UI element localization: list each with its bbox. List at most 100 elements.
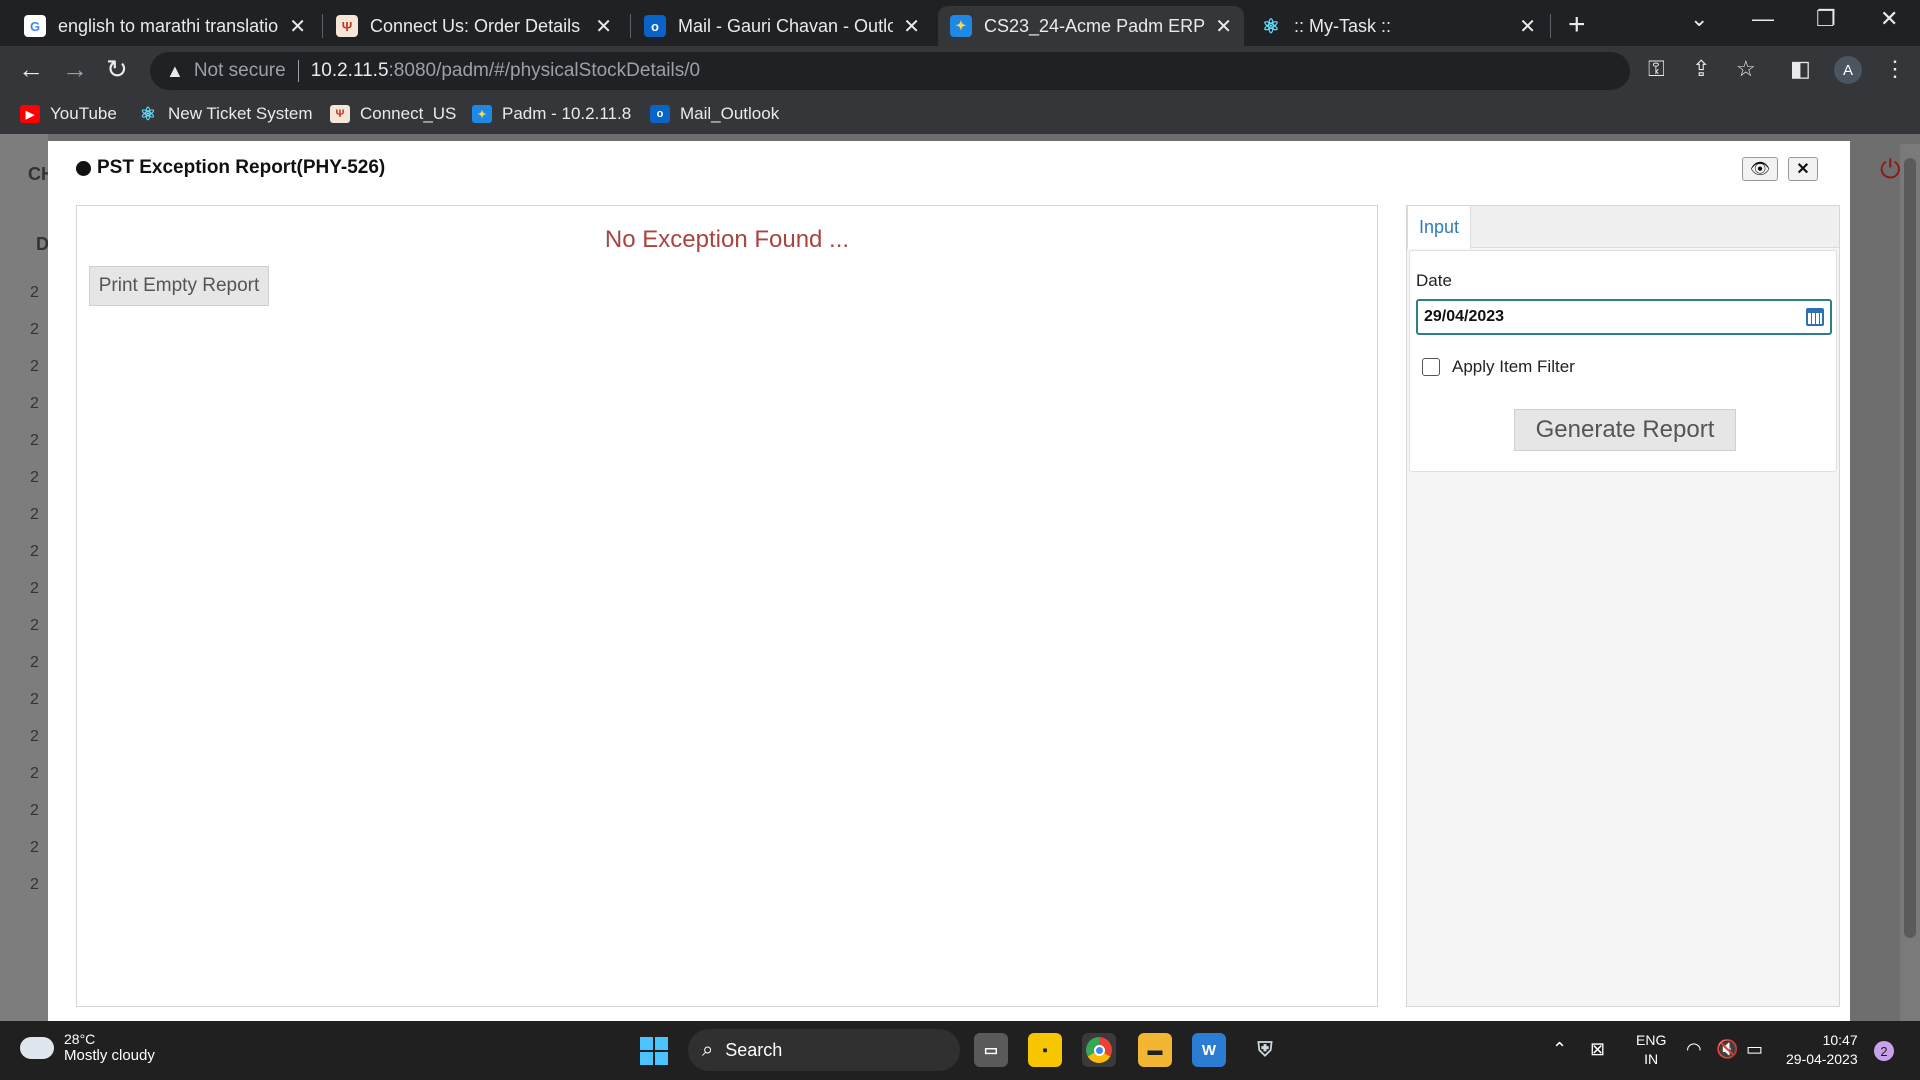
outlook-icon: o xyxy=(650,105,670,123)
bookmark-youtube[interactable]: ▶ YouTube xyxy=(20,104,117,124)
tab-google-translate[interactable]: G english to marathi translation ✕ xyxy=(12,6,318,46)
outlook-icon: o xyxy=(644,15,666,37)
tab-title: Mail - Gauri Chavan - Outlook xyxy=(678,15,894,36)
security-status[interactable]: Not secure xyxy=(194,60,286,82)
youtube-icon: ▶ xyxy=(20,105,40,123)
tab-connect-us[interactable]: Ψ Connect Us: Order Details ✕ xyxy=(324,6,624,46)
page-scrollbar[interactable] xyxy=(1900,144,1920,1021)
battery-icon[interactable]: ▭ xyxy=(1746,1039,1763,1060)
browser-tab-bar: G english to marathi translation ✕ Ψ Con… xyxy=(0,0,1920,46)
minimize-icon[interactable]: — xyxy=(1752,6,1774,32)
background-row: 2 xyxy=(30,358,39,375)
app-tray-icon[interactable]: ⊠ xyxy=(1590,1039,1605,1060)
show-hidden-icons-chevron-icon[interactable]: ⌃ xyxy=(1552,1039,1567,1060)
background-row: 2 xyxy=(30,654,39,671)
language-indicator[interactable]: ENG IN xyxy=(1636,1031,1666,1069)
background-row: 2 xyxy=(30,543,39,560)
share-icon[interactable]: ⇪ xyxy=(1692,56,1710,82)
pst-exception-report-modal: PST Exception Report(PHY-526) 👁 ✕ No Exc… xyxy=(48,141,1850,1021)
profile-avatar[interactable]: A xyxy=(1834,56,1862,84)
connect-us-icon: Ψ xyxy=(330,105,350,123)
cloudy-weather-icon xyxy=(20,1028,54,1059)
close-icon[interactable]: ✕ xyxy=(1215,14,1232,39)
taskbar-search[interactable]: ⌕ Search xyxy=(688,1029,960,1071)
word-icon[interactable]: W xyxy=(1192,1033,1226,1067)
clock-date: 29-04-2023 xyxy=(1786,1051,1858,1067)
windows-taskbar: 28°C Mostly cloudy ⌕ Search ▭ ▪ ▬ W ⛨ ⌃ … xyxy=(0,1021,1920,1080)
notification-badge[interactable]: 2 xyxy=(1874,1041,1894,1061)
close-icon[interactable]: ✕ xyxy=(595,14,612,39)
date-field[interactable]: 29/04/2023 xyxy=(1416,299,1832,335)
wifi-icon[interactable]: ◠ xyxy=(1686,1039,1702,1060)
input-tabstrip: Input xyxy=(1407,206,1839,249)
address-bar[interactable]: ▲ Not secure 10.2.11.5 :8080/padm/#/phys… xyxy=(150,52,1630,90)
eye-slash-icon: 👁 xyxy=(1749,161,1771,178)
chrome-icon[interactable] xyxy=(1082,1033,1116,1067)
task-view-icon[interactable]: ▭ xyxy=(974,1033,1008,1067)
apply-item-filter-row: Apply Item Filter xyxy=(1422,357,1575,377)
tab-separator xyxy=(630,14,631,38)
vpn-client-icon[interactable]: ⛨ xyxy=(1248,1033,1282,1067)
close-icon[interactable]: ✕ xyxy=(903,14,920,39)
tab-my-task[interactable]: ⚛ :: My-Task :: ✕ xyxy=(1248,6,1548,46)
padm-icon: ✦ xyxy=(472,105,492,123)
system-clock[interactable]: 10:47 29-04-2023 xyxy=(1786,1031,1858,1069)
close-icon: ✕ xyxy=(1796,161,1810,178)
input-form: Date 29/04/2023 Apply Item Filter Genera… xyxy=(1409,250,1837,472)
bookmark-connect-us[interactable]: Ψ Connect_US xyxy=(330,104,456,124)
omnibox-divider xyxy=(297,60,299,82)
sticky-notes-icon[interactable]: ▪ xyxy=(1028,1033,1062,1067)
forward-arrow-icon[interactable]: → xyxy=(62,54,88,85)
tab-title: CS23_24-Acme Padm ERP Plat xyxy=(984,15,1205,36)
new-tab-button[interactable]: + xyxy=(1568,8,1586,42)
apply-item-filter-checkbox[interactable] xyxy=(1422,358,1440,376)
background-row: 2 xyxy=(30,802,39,819)
bookmark-mail-outlook[interactable]: o Mail_Outlook xyxy=(650,104,779,124)
chrome-logo xyxy=(1086,1037,1112,1063)
calendar-icon[interactable] xyxy=(1806,308,1824,326)
file-explorer-icon[interactable]: ▬ xyxy=(1138,1033,1172,1067)
print-empty-report-button[interactable]: Print Empty Report xyxy=(89,266,269,306)
no-exception-message: No Exception Found ... xyxy=(604,226,850,253)
bookmark-new-ticket-system[interactable]: ⚛ New Ticket System xyxy=(138,104,313,124)
tab-padm-erp[interactable]: ✦ CS23_24-Acme Padm ERP Plat ✕ xyxy=(938,6,1244,46)
close-window-icon[interactable]: ✕ xyxy=(1880,6,1898,32)
close-icon[interactable]: ✕ xyxy=(289,14,306,39)
tab-separator xyxy=(1550,14,1551,38)
search-icon: ⌕ xyxy=(702,1038,714,1061)
generate-report-button[interactable]: Generate Report xyxy=(1514,409,1736,451)
apply-item-filter-label: Apply Item Filter xyxy=(1452,357,1575,376)
warning-triangle-icon: ▲ xyxy=(166,60,184,81)
weather-widget[interactable]: 28°C Mostly cloudy xyxy=(20,1028,155,1064)
tab-input[interactable]: Input xyxy=(1407,206,1471,249)
react-icon: ⚛ xyxy=(1262,15,1280,38)
close-modal-button[interactable]: ✕ xyxy=(1788,157,1818,181)
bookmark-label: YouTube xyxy=(50,104,117,123)
toggle-visibility-button[interactable]: 👁 xyxy=(1742,157,1778,181)
scrollbar-thumb[interactable] xyxy=(1904,158,1916,938)
modal-header: PST Exception Report(PHY-526) 👁 ✕ xyxy=(48,141,1850,191)
power-icon[interactable]: ⏻ xyxy=(1880,154,1901,186)
bullet-icon xyxy=(76,160,91,176)
react-icon: ⚛ xyxy=(139,103,157,124)
background-row: 2 xyxy=(30,617,39,634)
background-row: 2 xyxy=(30,728,39,745)
reload-icon[interactable]: ↻ xyxy=(106,54,128,85)
star-bookmark-icon[interactable]: ☆ xyxy=(1736,56,1756,82)
background-row: 2 xyxy=(30,321,39,338)
key-icon[interactable]: ⚿ xyxy=(1648,56,1665,82)
browser-toolbar: ← → ↻ ▲ Not secure 10.2.11.5 :8080/padm/… xyxy=(0,46,1920,96)
background-row: 2 xyxy=(30,765,39,782)
speaker-muted-icon[interactable]: 🔇 xyxy=(1716,1039,1738,1060)
menu-kebab-icon[interactable]: ⋮ xyxy=(1884,56,1906,82)
close-icon[interactable]: ✕ xyxy=(1519,14,1536,39)
bookmark-label: Mail_Outlook xyxy=(680,104,780,123)
windows-start-icon[interactable] xyxy=(640,1037,668,1065)
tab-search-chevron-icon[interactable]: ⌄ xyxy=(1690,6,1708,32)
back-arrow-icon[interactable]: ← xyxy=(18,54,44,85)
region-code: IN xyxy=(1644,1051,1659,1067)
restore-icon[interactable]: ❐ xyxy=(1816,6,1836,32)
tab-outlook-mail[interactable]: o Mail - Gauri Chavan - Outlook ✕ xyxy=(632,6,932,46)
side-panel-icon[interactable]: ◧ xyxy=(1790,56,1811,82)
bookmark-padm[interactable]: ✦ Padm - 10.2.11.8 xyxy=(472,104,631,124)
